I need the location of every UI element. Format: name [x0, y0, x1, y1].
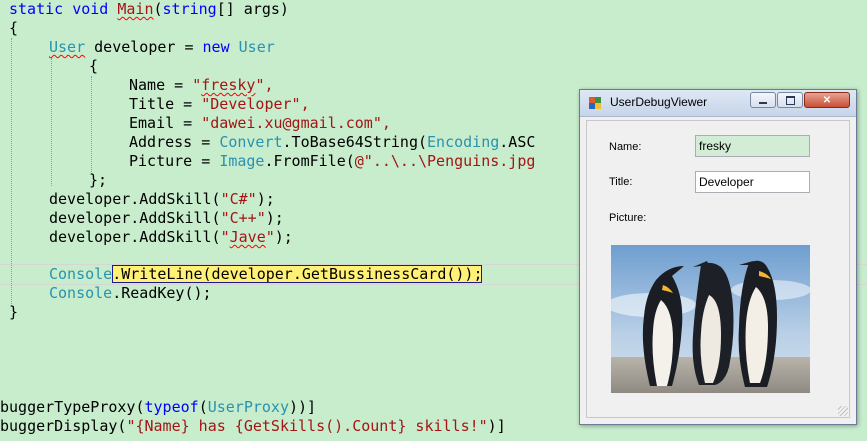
code-line-attr-display[interactable]: buggerDisplay("{Name} has {GetSkills().C… [0, 417, 506, 436]
code-token: ); [274, 228, 293, 246]
type-name: User [238, 38, 275, 56]
code-line-init-open[interactable]: { [89, 57, 98, 76]
type-name: Encoding [427, 133, 500, 151]
string-literal: @"..\..\Penguins.jpg [354, 152, 536, 170]
type-name: Console [49, 284, 113, 302]
window-title: UserDebugViewer [610, 95, 708, 109]
code-line-attr-proxy[interactable]: buggerTypeProxy(typeof(UserProxy))] [0, 398, 316, 417]
code-token: ); [256, 190, 275, 208]
maximize-button[interactable] [777, 92, 803, 108]
keyword: string [162, 0, 217, 18]
type-name: Image [219, 152, 265, 170]
close-button[interactable]: ✕ [804, 92, 850, 108]
code-token: Address = [129, 133, 220, 151]
code-line-picture[interactable]: Picture = Image.FromFile(@"..\..\Penguin… [129, 152, 535, 171]
indent-guide [91, 76, 92, 174]
code-line-open-brace[interactable]: { [9, 19, 18, 38]
string-literal: Jave [229, 228, 266, 246]
string-literal: "Developer", [201, 95, 310, 113]
code-line-skill-1[interactable]: developer.AddSkill("C#"); [49, 190, 275, 209]
minimize-icon [759, 101, 767, 104]
resize-grip[interactable] [838, 406, 848, 416]
keyword: static [9, 0, 64, 18]
minimize-button[interactable] [750, 92, 776, 108]
code-token: developer = [85, 38, 203, 56]
indent-guide [51, 58, 52, 186]
code-token: )] [487, 417, 506, 435]
code-token: ( [153, 0, 163, 18]
code-token: .ASC [499, 133, 536, 151]
code-line-writeline[interactable]: Console.WriteLine(developer.GetBussiness… [49, 265, 483, 284]
code-token: Title = [129, 95, 202, 113]
type-name: User [49, 38, 86, 56]
code-line-readkey[interactable]: Console.ReadKey(); [49, 284, 212, 303]
code-line-init-close[interactable]: }; [89, 171, 107, 190]
picture-label: Picture: [609, 212, 647, 224]
code-token: developer.AddSkill( [49, 209, 221, 227]
code-token: buggerTypeProxy( [0, 398, 145, 416]
code-token: [] args) [216, 0, 289, 18]
code-token: .ReadKey(); [112, 284, 212, 302]
title-textbox[interactable]: Developer [695, 171, 810, 193]
code-line-email[interactable]: Email = "dawei.xu@gmail.com", [129, 114, 391, 133]
code-token: Email = [129, 114, 202, 132]
type-name: Console [49, 265, 113, 283]
code-token: developer.AddSkill( [49, 228, 221, 246]
code-token: buggerDisplay( [0, 417, 127, 435]
keyword: new [202, 38, 230, 56]
string-literal: ", [255, 76, 274, 94]
string-literal: "dawei.xu@gmail.com", [201, 114, 391, 132]
code-token: Picture = [129, 152, 220, 170]
method-name: Main [117, 0, 154, 18]
string-literal: "C#" [220, 190, 257, 208]
string-literal: "{Name} has {GetSkills().Count} skills!" [126, 417, 488, 435]
window-client-area: Name: fresky Title: Developer Picture: [586, 120, 850, 418]
type-name: Convert [219, 133, 283, 151]
code-line-close-brace[interactable]: } [9, 303, 18, 322]
user-debug-viewer-window[interactable]: UserDebugViewer ✕ Name: fresky Title: De… [579, 89, 857, 425]
string-literal: " [220, 228, 230, 246]
string-literal: " [265, 228, 275, 246]
current-statement-highlight: .WriteLine(developer.GetBussinessCard())… [112, 265, 483, 283]
type-name: UserProxy [207, 398, 289, 416]
code-line-main[interactable]: static void Main(string[] args) [9, 0, 289, 19]
code-token: .ToBase64String( [282, 133, 428, 151]
code-line-skill-3[interactable]: developer.AddSkill("Jave"); [49, 228, 293, 247]
string-literal: " [192, 76, 202, 94]
code-token: ( [198, 398, 208, 416]
penguins-picture [611, 245, 810, 393]
code-token: .FromFile( [264, 152, 355, 170]
maximize-icon [785, 95, 795, 105]
code-token: ); [265, 209, 284, 227]
app-icon [589, 97, 601, 109]
string-literal: fresky [201, 76, 256, 94]
name-textbox[interactable]: fresky [695, 135, 810, 157]
name-label: Name: [609, 141, 642, 153]
string-literal: "C++" [220, 209, 266, 227]
code-line-skill-2[interactable]: developer.AddSkill("C++"); [49, 209, 284, 228]
code-token: ))] [289, 398, 317, 416]
code-line-title[interactable]: Title = "Developer", [129, 95, 310, 114]
code-line-address[interactable]: Address = Convert.ToBase64String(Encodin… [129, 133, 535, 152]
keyword: typeof [144, 398, 199, 416]
keyword: void [72, 0, 109, 18]
code-line-new-user[interactable]: User developer = new User [49, 38, 275, 57]
close-icon: ✕ [822, 94, 832, 106]
title-label: Title: [609, 176, 633, 188]
code-token: Name = [129, 76, 193, 94]
code-token: developer.AddSkill( [49, 190, 221, 208]
code-line-name[interactable]: Name = "fresky", [129, 76, 274, 95]
window-titlebar[interactable]: UserDebugViewer ✕ [580, 90, 856, 117]
